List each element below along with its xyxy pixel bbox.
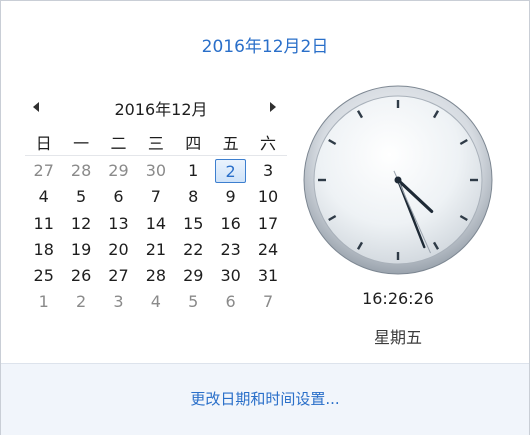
clock-center-pin xyxy=(394,176,402,184)
calendar-day[interactable]: 26 xyxy=(65,264,96,288)
calendar-day[interactable]: 3 xyxy=(252,159,283,183)
weekday-label: 五 xyxy=(222,134,239,153)
calendar-day[interactable]: 8 xyxy=(178,185,209,209)
calendar-day[interactable]: 27 xyxy=(103,264,134,288)
weekday-label: 日 xyxy=(35,134,52,153)
calendar-day[interactable]: 5 xyxy=(65,185,96,209)
calendar-day[interactable]: 9 xyxy=(215,185,246,209)
calendar-day[interactable]: 4 xyxy=(28,185,59,209)
calendar-grid: 日 一 二 三 四 五 六 27 28 29 30 1 2 3 4 5 6 7 8 9 10 11 12 13 1… xyxy=(25,133,287,316)
calendar-day[interactable]: 21 xyxy=(140,238,171,262)
calendar-day[interactable]: 1 xyxy=(28,290,59,314)
weekday-label: 六 xyxy=(260,134,277,153)
calendar-day[interactable]: 28 xyxy=(140,264,171,288)
calendar-day[interactable]: 30 xyxy=(215,264,246,288)
calendar-week-row: 11 12 13 14 15 16 17 xyxy=(25,211,287,237)
calendar-day[interactable]: 19 xyxy=(65,238,96,262)
weekday-label: 三 xyxy=(147,134,164,153)
calendar-day[interactable]: 15 xyxy=(178,212,209,236)
calendar-day[interactable]: 25 xyxy=(28,264,59,288)
current-date-link[interactable]: 2016年12月2日 xyxy=(202,37,329,57)
calendar-day[interactable]: 6 xyxy=(103,185,134,209)
calendar-day[interactable]: 29 xyxy=(178,264,209,288)
previous-month-button[interactable] xyxy=(29,100,43,114)
calendar-day[interactable]: 11 xyxy=(28,212,59,236)
digital-time: 16:26:26 xyxy=(362,289,434,308)
calendar-week-row: 4 5 6 7 8 9 10 xyxy=(25,184,287,210)
calendar-day[interactable]: 10 xyxy=(252,185,283,209)
calendar-day[interactable]: 20 xyxy=(103,238,134,262)
analog-clock xyxy=(303,85,493,275)
current-date-header: 2016年12月2日 xyxy=(1,32,529,57)
calendar-day[interactable]: 23 xyxy=(215,238,246,262)
month-title[interactable]: 2016年12月 xyxy=(61,96,261,120)
calendar-day[interactable]: 28 xyxy=(65,159,96,183)
calendar-week-row: 25 26 27 28 29 30 31 xyxy=(25,263,287,289)
calendar-day[interactable]: 6 xyxy=(215,290,246,314)
calendar-week-row: 1234567 xyxy=(25,289,287,315)
date-time-flyout: 2016年12月2日 2016年12月 日 一 二 三 四 五 六 27 28 29… xyxy=(0,0,530,435)
calendar-day[interactable]: 31 xyxy=(252,264,283,288)
calendar-week-row: 27 28 29 30 1 2 3 xyxy=(25,158,287,184)
calendar-day[interactable]: 7 xyxy=(252,290,283,314)
calendar-day[interactable]: 14 xyxy=(140,212,171,236)
calendar-day[interactable]: 16 xyxy=(215,212,246,236)
chevron-right-icon xyxy=(270,102,276,112)
calendar-day-today[interactable]: 2 xyxy=(214,159,247,183)
change-date-time-settings-link[interactable]: 更改日期和时间设置... xyxy=(1,388,529,409)
footer-bar: 更改日期和时间设置... xyxy=(1,363,529,435)
calendar-day[interactable]: 2 xyxy=(65,290,96,314)
calendar-day[interactable]: 18 xyxy=(28,238,59,262)
next-month-button[interactable] xyxy=(266,100,280,114)
calendar-week-row: 18 19 20 21 22 23 24 xyxy=(25,237,287,263)
calendar-day[interactable]: 12 xyxy=(65,212,96,236)
calendar-day[interactable]: 17 xyxy=(252,212,283,236)
calendar-day[interactable]: 1 xyxy=(178,159,209,183)
chevron-left-icon xyxy=(33,102,39,112)
calendar-day[interactable]: 30 xyxy=(140,159,171,183)
calendar-day[interactable]: 5 xyxy=(178,290,209,314)
weekday-label: 四 xyxy=(185,134,202,153)
calendar-day[interactable]: 4 xyxy=(140,290,171,314)
weekday-label: 一 xyxy=(73,134,90,153)
weekday-name: 星期五 xyxy=(373,328,422,347)
calendar-day[interactable]: 7 xyxy=(140,185,171,209)
weekday-label: 二 xyxy=(110,134,127,153)
calendar-day[interactable]: 24 xyxy=(252,238,283,262)
calendar-day[interactable]: 3 xyxy=(103,290,134,314)
calendar-day[interactable]: 13 xyxy=(103,212,134,236)
calendar-day[interactable]: 22 xyxy=(178,238,209,262)
calendar-day[interactable]: 27 xyxy=(28,159,59,183)
weekday-header-row: 日 一 二 三 四 五 六 xyxy=(25,133,287,156)
calendar-weeks: 27 28 29 30 1 2 3 4 5 6 7 8 9 10 11 12 13 14 15 16 17 18 19 20 2… xyxy=(25,158,287,316)
calendar-day[interactable]: 29 xyxy=(103,159,134,183)
